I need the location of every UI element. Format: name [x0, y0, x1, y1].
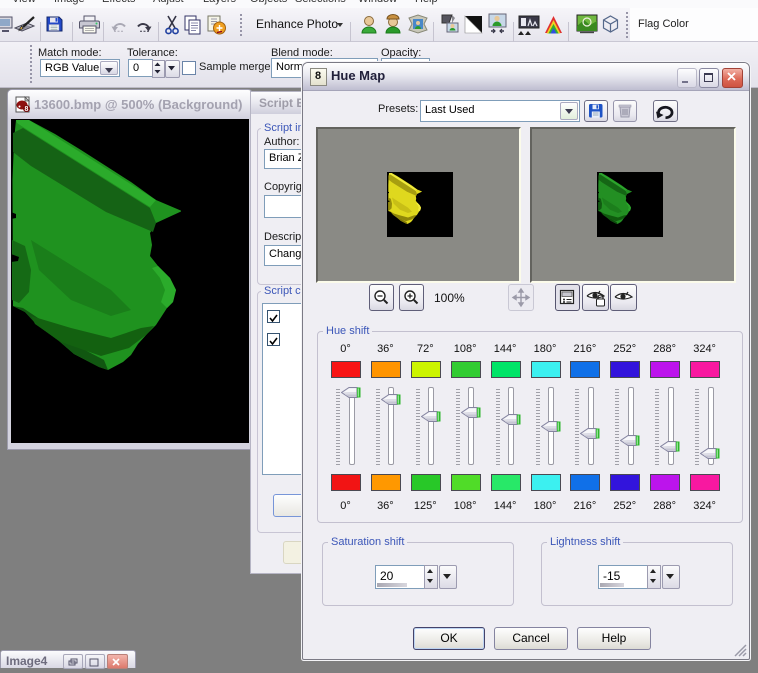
svg-text:8: 8	[25, 106, 29, 113]
